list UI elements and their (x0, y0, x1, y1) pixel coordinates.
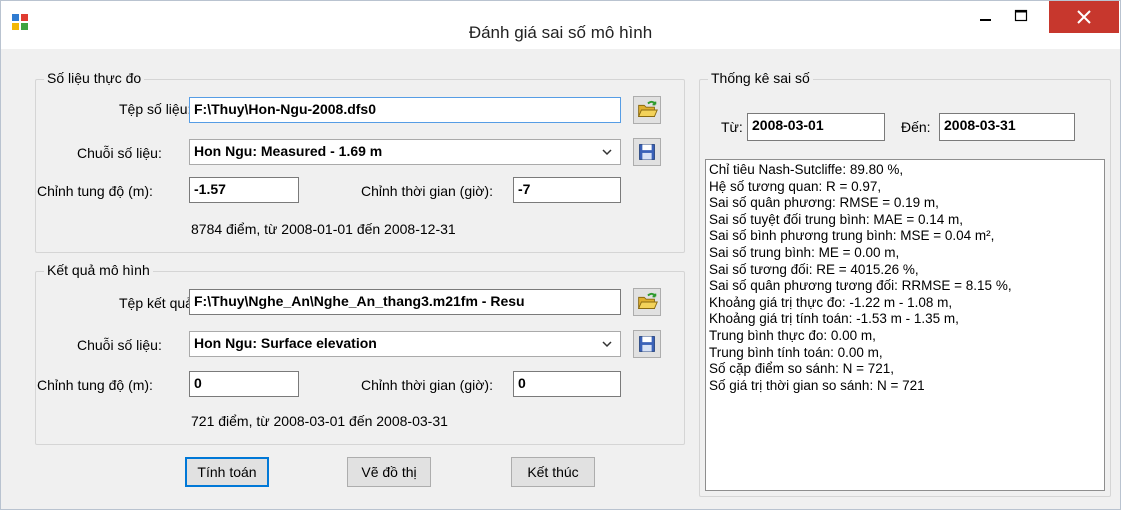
measured-y-adjust-label: Chỉnh tung độ (m): (37, 183, 153, 199)
folder-open-icon[interactable] (633, 288, 661, 316)
stats-from-label: Từ: (721, 119, 743, 135)
stats-group-label: Thống kê sai số (708, 70, 813, 86)
exit-button[interactable]: Kết thúc (511, 457, 595, 487)
save-disk-icon[interactable] (633, 138, 661, 166)
title-bar[interactable]: Đánh giá sai số mô hình (1, 1, 1120, 49)
chevron-down-icon[interactable] (602, 340, 612, 348)
measured-info-text: 8784 điểm, từ 2008-01-01 đến 2008-12-31 (191, 221, 456, 237)
maximize-icon[interactable] (1005, 1, 1037, 33)
stats-line: Sai số tương đối: RE = 4015.26 %, (709, 261, 919, 277)
model-t-adjust-label: Chỉnh thời gian (giờ): (361, 377, 493, 393)
folder-open-icon[interactable] (633, 96, 661, 124)
stats-line: Sai số quân phương: RMSE = 0.19 m, (709, 195, 939, 211)
model-series-select[interactable]: Hon Ngu: Surface elevation (189, 331, 621, 357)
app-window: Đánh giá sai số mô hình Số liệu thực đo … (0, 0, 1121, 510)
model-y-adjust-input[interactable]: 0 (189, 371, 299, 397)
measured-file-input[interactable]: F:\Thuy\Hon-Ngu-2008.dfs0 (189, 97, 621, 123)
stats-from-input[interactable]: 2008-03-01 (747, 113, 885, 141)
measured-series-select[interactable]: Hon Ngu: Measured - 1.69 m (189, 139, 621, 165)
stats-line: Khoảng giá trị tính toán: -1.53 m - 1.35… (709, 311, 959, 327)
measured-group-label: Số liệu thực đo (44, 70, 145, 86)
stats-line: Sai số bình phương trung bình: MSE = 0.0… (709, 228, 995, 244)
measured-file-label: Tệp số liệu: (119, 101, 192, 117)
plot-button[interactable]: Vẽ đồ thị (347, 457, 431, 487)
window-title: Đánh giá sai số mô hình (468, 23, 653, 42)
stats-line: Số cặp điểm so sánh: N = 721, (709, 361, 894, 377)
model-file-input[interactable]: F:\Thuy\Nghe_An\Nghe_An_thang3.m21fm - R… (189, 289, 621, 315)
stats-line: Số giá trị thời gian so sánh: N = 721 (709, 377, 925, 393)
measured-series-label: Chuỗi số liệu: (77, 145, 162, 161)
stats-line: Trung bình thực đo: 0.00 m, (709, 327, 876, 343)
stats-line: Sai số quân phương tương đối: RRMSE = 8.… (709, 278, 1012, 294)
stats-line: Trung bình tính toán: 0.00 m, (709, 344, 883, 360)
minimize-icon[interactable] (969, 1, 1001, 33)
measured-t-adjust-label: Chỉnh thời gian (giờ): (361, 183, 493, 199)
model-t-adjust-input[interactable]: 0 (513, 371, 621, 397)
model-series-label: Chuỗi số liệu: (77, 337, 162, 353)
stats-line: Chỉ tiêu Nash-Sutcliffe: 89.80 %, (709, 162, 904, 177)
stats-line: Sai số tuyệt đối trung bình: MAE = 0.14 … (709, 211, 964, 227)
save-disk-icon[interactable] (633, 330, 661, 358)
stats-line: Hệ số tương quan: R = 0.97, (709, 178, 882, 194)
model-series-value: Hon Ngu: Surface elevation (194, 335, 377, 351)
measured-series-value: Hon Ngu: Measured - 1.69 m (194, 143, 383, 159)
compute-button[interactable]: Tính toán (185, 457, 269, 487)
model-y-adjust-label: Chỉnh tung độ (m): (37, 377, 153, 393)
stats-line: Sai số trung bình: ME = 0.00 m, (709, 244, 900, 260)
stats-result-textbox[interactable]: Chỉ tiêu Nash-Sutcliffe: 89.80 %, Hệ số t… (705, 159, 1105, 491)
chevron-down-icon[interactable] (602, 148, 612, 156)
close-icon[interactable] (1049, 1, 1119, 33)
stats-line: Khoảng giá trị thực đo: -1.22 m - 1.08 m… (709, 294, 953, 310)
model-file-label: Tệp kết quả: (119, 295, 197, 311)
model-info-text: 721 điểm, từ 2008-03-01 đến 2008-03-31 (191, 413, 448, 429)
measured-t-adjust-input[interactable]: -7 (513, 177, 621, 203)
stats-to-input[interactable]: 2008-03-31 (939, 113, 1075, 141)
client-area: Số liệu thực đo Tệp số liệu: F:\Thuy\Hon… (9, 57, 1113, 503)
measured-y-adjust-input[interactable]: -1.57 (189, 177, 299, 203)
stats-to-label: Đến: (901, 119, 931, 135)
model-group-label: Kết quả mô hình (44, 262, 153, 278)
